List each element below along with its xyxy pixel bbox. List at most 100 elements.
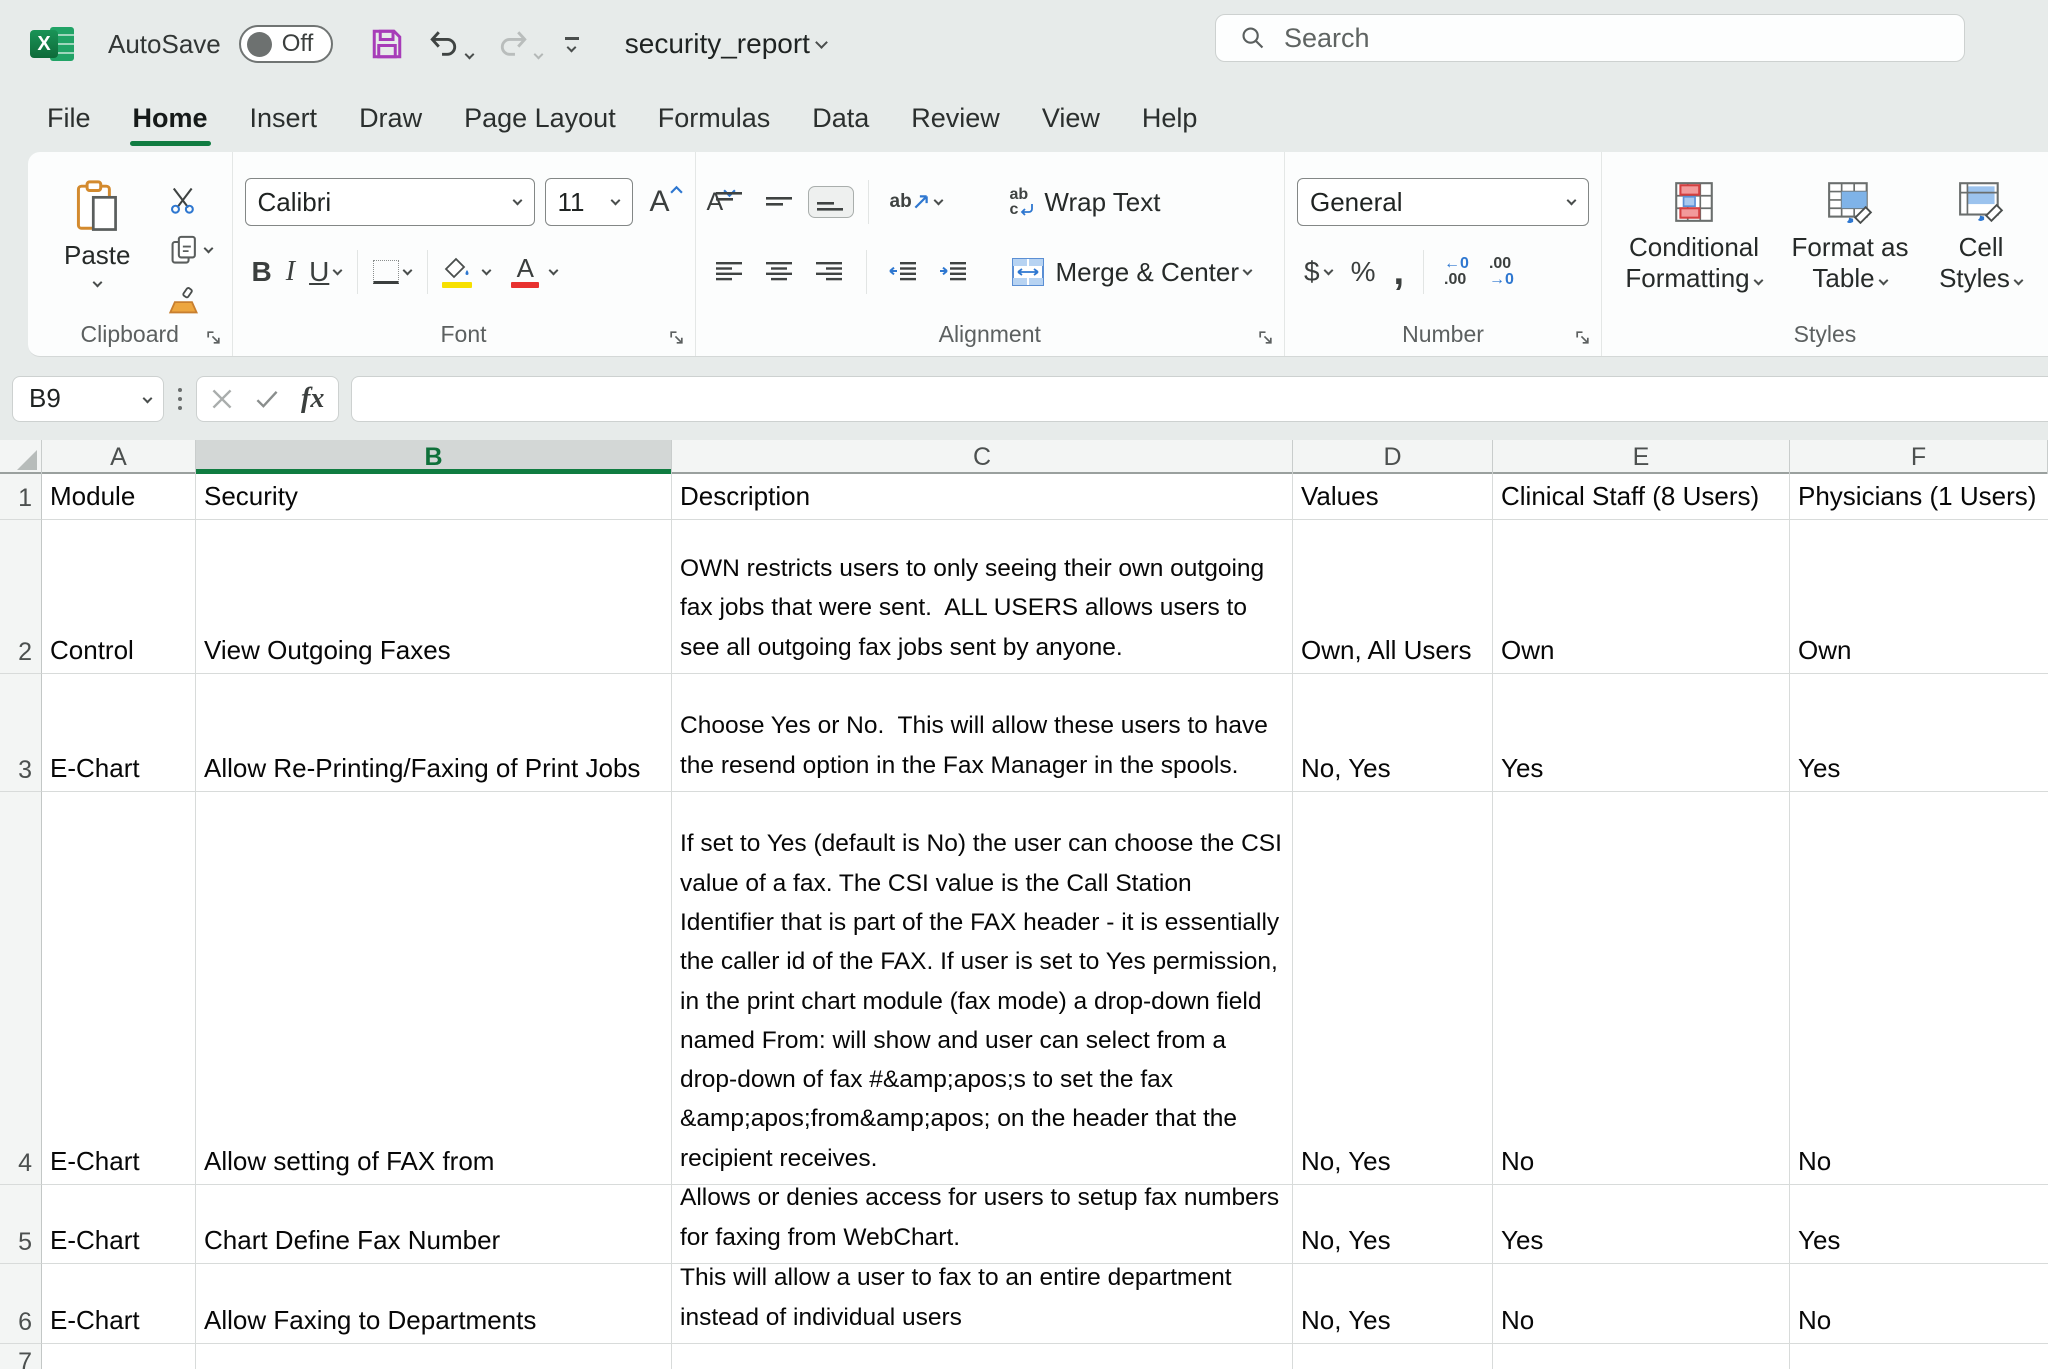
undo-button[interactable] [427, 27, 474, 61]
quick-access-customize-button[interactable] [565, 37, 579, 51]
comma-style-button[interactable]: , [1386, 258, 1411, 286]
cell-D7[interactable] [1293, 1344, 1493, 1369]
tab-page-layout[interactable]: Page Layout [447, 93, 633, 148]
font-dialog-launcher[interactable] [668, 329, 685, 346]
cell-E2[interactable]: Own [1493, 520, 1790, 674]
row-header-6[interactable]: 6 [0, 1264, 42, 1344]
top-align-button[interactable] [708, 187, 752, 217]
italic-button[interactable]: I [279, 252, 302, 292]
cell-F3[interactable]: Yes [1790, 674, 2048, 792]
formula-bar-handle[interactable] [178, 388, 182, 410]
col-header-D[interactable]: D [1293, 440, 1493, 474]
percent-style-button[interactable]: % [1344, 252, 1383, 292]
cell-A5[interactable]: E-Chart [42, 1185, 196, 1264]
cell-C4[interactable]: If set to Yes (default is No) the user c… [672, 792, 1293, 1185]
cut-button[interactable] [161, 182, 220, 218]
cell-C7[interactable] [672, 1344, 1293, 1369]
alignment-dialog-launcher[interactable] [1257, 329, 1274, 346]
cell-B7[interactable] [196, 1344, 672, 1369]
cell-A1[interactable]: Module [42, 474, 196, 520]
redo-button[interactable] [496, 27, 543, 61]
cell-C3[interactable]: Choose Yes or No. This will allow these … [672, 674, 1293, 792]
cell-D1[interactable]: Values [1293, 474, 1493, 520]
number-format-select[interactable]: General [1297, 178, 1589, 226]
tab-file[interactable]: File [30, 93, 108, 148]
font-name-select[interactable]: Calibri [245, 178, 535, 226]
cell-F7[interactable] [1790, 1344, 2048, 1369]
col-header-B[interactable]: B [196, 440, 672, 474]
formula-input[interactable] [352, 377, 2048, 421]
cell-B1[interactable]: Security [196, 474, 672, 520]
excel-logo-icon[interactable]: X [30, 24, 74, 64]
cell-E6[interactable]: No [1493, 1264, 1790, 1344]
cell-B2[interactable]: View Outgoing Faxes [196, 520, 672, 674]
tab-home[interactable]: Home [116, 93, 225, 148]
increase-decimal-button[interactable]: ←0 .00 [1436, 256, 1477, 288]
cell-F5[interactable]: Yes [1790, 1185, 2048, 1264]
decrease-indent-button[interactable] [881, 257, 925, 287]
cell-B6[interactable]: Allow Faxing to Departments [196, 1264, 672, 1344]
merge-center-button[interactable]: Merge & Center [1003, 248, 1260, 296]
number-dialog-launcher[interactable] [1574, 329, 1591, 346]
cell-A3[interactable]: E-Chart [42, 674, 196, 792]
wrap-text-button[interactable]: ab c Wrap Text [1003, 178, 1260, 226]
row-header-5[interactable]: 5 [0, 1185, 42, 1264]
bottom-align-button[interactable] [808, 186, 854, 218]
cell-C2[interactable]: OWN restricts users to only seeing their… [672, 520, 1293, 674]
cell-B5[interactable]: Chart Define Fax Number [196, 1185, 672, 1264]
row-header-1[interactable]: 1 [0, 474, 42, 520]
cell-E7[interactable] [1493, 1344, 1790, 1369]
search-box[interactable] [1215, 14, 1965, 62]
accounting-format-button[interactable]: $ [1297, 252, 1340, 292]
align-left-button[interactable] [708, 257, 752, 287]
underline-button[interactable]: U [302, 252, 349, 292]
cancel-icon[interactable] [211, 388, 233, 410]
col-header-A[interactable]: A [42, 440, 196, 474]
align-center-button[interactable] [758, 257, 802, 287]
cell-A6[interactable]: E-Chart [42, 1264, 196, 1344]
increase-indent-button[interactable] [931, 257, 975, 287]
tab-review[interactable]: Review [894, 93, 1017, 148]
enter-check-icon[interactable] [255, 389, 279, 409]
cell-F2[interactable]: Own [1790, 520, 2048, 674]
bold-button[interactable]: B [245, 252, 279, 292]
cell-E5[interactable]: Yes [1493, 1185, 1790, 1264]
cell-E1[interactable]: Clinical Staff (8 Users) [1493, 474, 1790, 520]
col-header-C[interactable]: C [672, 440, 1293, 474]
copy-button[interactable] [161, 230, 220, 270]
formula-input-field[interactable] [351, 376, 2048, 422]
paste-button[interactable]: Paste [54, 178, 141, 312]
cell-A2[interactable]: Control [42, 520, 196, 674]
search-input[interactable] [1284, 23, 1884, 54]
cell-F6[interactable]: No [1790, 1264, 2048, 1344]
select-all-corner[interactable] [0, 440, 42, 474]
row-header-2[interactable]: 2 [0, 520, 42, 674]
cell-C1[interactable]: Description [672, 474, 1293, 520]
col-header-F[interactable]: F [1790, 440, 2048, 474]
cell-E3[interactable]: Yes [1493, 674, 1790, 792]
col-header-E[interactable]: E [1493, 440, 1790, 474]
insert-function-icon[interactable]: fx [301, 383, 324, 415]
row-header-7[interactable]: 7 [0, 1344, 42, 1369]
clipboard-dialog-launcher[interactable] [205, 329, 222, 346]
tab-insert[interactable]: Insert [233, 93, 335, 148]
orientation-button[interactable]: ab [883, 187, 950, 217]
row-header-3[interactable]: 3 [0, 674, 42, 792]
fill-color-dropdown-icon[interactable] [482, 266, 492, 276]
middle-align-button[interactable] [758, 187, 802, 217]
cell-B4[interactable]: Allow setting of FAX from [196, 792, 672, 1185]
cell-B3[interactable]: Allow Re-Printing/Faxing of Print Jobs [196, 674, 672, 792]
align-right-button[interactable] [808, 257, 852, 287]
cell-E4[interactable]: No [1493, 792, 1790, 1185]
font-size-select[interactable]: 11 [545, 178, 633, 226]
format-as-table-button[interactable]: Format as Table [1780, 178, 1920, 312]
tab-view[interactable]: View [1025, 93, 1117, 148]
document-title[interactable]: security_report [625, 28, 828, 60]
cell-D2[interactable]: Own, All Users [1293, 520, 1493, 674]
cell-F4[interactable]: No [1790, 792, 2048, 1185]
cell-D5[interactable]: No, Yes [1293, 1185, 1493, 1264]
format-painter-button[interactable] [161, 282, 220, 320]
cell-D4[interactable]: No, Yes [1293, 792, 1493, 1185]
cell-C6[interactable]: This will allow a user to fax to an enti… [672, 1264, 1293, 1344]
cell-D6[interactable]: No, Yes [1293, 1264, 1493, 1344]
